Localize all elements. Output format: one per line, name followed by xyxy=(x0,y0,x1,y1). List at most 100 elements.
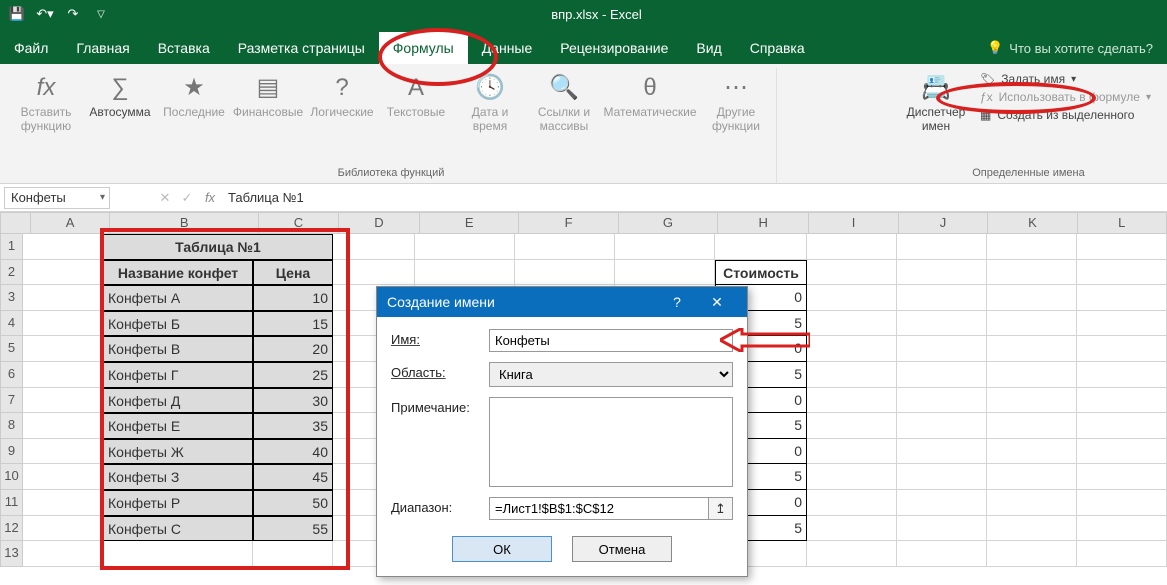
cell-I12[interactable] xyxy=(807,516,897,542)
ok-button[interactable]: ОК xyxy=(452,536,552,562)
cell-B3[interactable]: Конфеты А xyxy=(103,285,253,311)
row-header-6[interactable]: 6 xyxy=(0,362,23,388)
cell-A12[interactable] xyxy=(23,516,103,542)
cell-B1[interactable]: Таблица №1 xyxy=(103,234,333,260)
range-input[interactable] xyxy=(489,497,709,520)
cell-K7[interactable] xyxy=(987,388,1077,414)
cell-I1[interactable] xyxy=(807,234,897,260)
cell-A1[interactable] xyxy=(23,234,103,260)
cell-A2[interactable] xyxy=(23,260,103,286)
cell-B10[interactable]: Конфеты З xyxy=(103,464,253,490)
datetime-button[interactable]: 🕓Дата и время xyxy=(454,68,526,138)
cell-I7[interactable] xyxy=(807,388,897,414)
cell-C3[interactable]: 10 xyxy=(253,285,333,311)
select-all-corner[interactable] xyxy=(0,212,31,234)
tab-Рецензирование[interactable]: Рецензирование xyxy=(546,32,682,64)
cell-I8[interactable] xyxy=(807,413,897,439)
cell-D2[interactable] xyxy=(333,260,415,286)
row-header-9[interactable]: 9 xyxy=(0,439,23,465)
cell-K13[interactable] xyxy=(987,541,1077,567)
cell-K3[interactable] xyxy=(987,285,1077,311)
cell-K4[interactable] xyxy=(987,311,1077,337)
col-header-I[interactable]: I xyxy=(809,212,898,234)
cell-J7[interactable] xyxy=(897,388,987,414)
undo-icon[interactable]: ↶▾ xyxy=(34,3,56,25)
cell-J11[interactable] xyxy=(897,490,987,516)
cell-J9[interactable] xyxy=(897,439,987,465)
cell-C10[interactable]: 45 xyxy=(253,464,333,490)
cell-F1[interactable] xyxy=(515,234,615,260)
col-header-K[interactable]: K xyxy=(988,212,1077,234)
cell-A4[interactable] xyxy=(23,311,103,337)
row-header-13[interactable]: 13 xyxy=(0,541,23,567)
col-header-G[interactable]: G xyxy=(619,212,718,234)
cell-L8[interactable] xyxy=(1077,413,1167,439)
cell-K6[interactable] xyxy=(987,362,1077,388)
cell-L2[interactable] xyxy=(1077,260,1167,286)
cell-B13[interactable] xyxy=(103,541,253,567)
cell-I9[interactable] xyxy=(807,439,897,465)
cell-B7[interactable]: Конфеты Д xyxy=(103,388,253,414)
cell-I2[interactable] xyxy=(807,260,897,286)
dialog-titlebar[interactable]: Создание имени ? ✕ xyxy=(377,287,747,317)
cell-L11[interactable] xyxy=(1077,490,1167,516)
cell-C8[interactable]: 35 xyxy=(253,413,333,439)
financial-button[interactable]: ▤Финансовые xyxy=(232,68,304,124)
tab-Вид[interactable]: Вид xyxy=(682,32,735,64)
cell-A13[interactable] xyxy=(23,541,103,567)
cell-K9[interactable] xyxy=(987,439,1077,465)
cell-B12[interactable]: Конфеты С xyxy=(103,516,253,542)
cell-C13[interactable] xyxy=(253,541,333,567)
cell-B6[interactable]: Конфеты Г xyxy=(103,362,253,388)
row-header-12[interactable]: 12 xyxy=(0,516,23,542)
cell-A7[interactable] xyxy=(23,388,103,414)
col-header-E[interactable]: E xyxy=(420,212,519,234)
scope-select[interactable]: Книга xyxy=(489,362,733,387)
cell-A5[interactable] xyxy=(23,336,103,362)
qat-more-icon[interactable]: ▽ xyxy=(90,3,112,25)
cell-K11[interactable] xyxy=(987,490,1077,516)
close-button[interactable]: ✕ xyxy=(697,294,737,311)
more-button[interactable]: ⋯Другие функции xyxy=(700,68,772,138)
cell-L5[interactable] xyxy=(1077,336,1167,362)
cell-B9[interactable]: Конфеты Ж xyxy=(103,439,253,465)
name-input[interactable] xyxy=(489,329,733,352)
cell-A9[interactable] xyxy=(23,439,103,465)
cell-G1[interactable] xyxy=(615,234,715,260)
cell-L4[interactable] xyxy=(1077,311,1167,337)
cell-K1[interactable] xyxy=(987,234,1077,260)
cell-C6[interactable]: 25 xyxy=(253,362,333,388)
cell-A11[interactable] xyxy=(23,490,103,516)
row-header-5[interactable]: 5 xyxy=(0,336,23,362)
cell-D1[interactable] xyxy=(333,234,415,260)
row-header-8[interactable]: 8 xyxy=(0,413,23,439)
cell-J5[interactable] xyxy=(897,336,987,362)
cell-J8[interactable] xyxy=(897,413,987,439)
cell-L10[interactable] xyxy=(1077,464,1167,490)
col-header-F[interactable]: F xyxy=(519,212,618,234)
cell-J3[interactable] xyxy=(897,285,987,311)
cell-C7[interactable]: 30 xyxy=(253,388,333,414)
cell-L3[interactable] xyxy=(1077,285,1167,311)
col-header-J[interactable]: J xyxy=(899,212,988,234)
cell-L13[interactable] xyxy=(1077,541,1167,567)
cell-K5[interactable] xyxy=(987,336,1077,362)
cell-C4[interactable]: 15 xyxy=(253,311,333,337)
text-button[interactable]: AТекстовые xyxy=(380,68,452,124)
tab-Главная[interactable]: Главная xyxy=(62,32,143,64)
col-header-H[interactable]: H xyxy=(718,212,809,234)
cell-J13[interactable] xyxy=(897,541,987,567)
create-from-selection-button[interactable]: ▦Создать из выделенного xyxy=(980,108,1151,122)
tab-Разметка страницы[interactable]: Разметка страницы xyxy=(224,32,379,64)
cell-C9[interactable]: 40 xyxy=(253,439,333,465)
cell-J1[interactable] xyxy=(897,234,987,260)
cell-H2[interactable]: Стоимость xyxy=(715,260,807,286)
cell-A10[interactable] xyxy=(23,464,103,490)
tab-Файл[interactable]: Файл xyxy=(0,32,62,64)
use-in-formula-button[interactable]: ƒxИспользовать в формуле▾ xyxy=(980,90,1151,104)
row-header-11[interactable]: 11 xyxy=(0,490,23,516)
row-header-10[interactable]: 10 xyxy=(0,464,23,490)
cell-I4[interactable] xyxy=(807,311,897,337)
cell-I5[interactable] xyxy=(807,336,897,362)
cell-L6[interactable] xyxy=(1077,362,1167,388)
